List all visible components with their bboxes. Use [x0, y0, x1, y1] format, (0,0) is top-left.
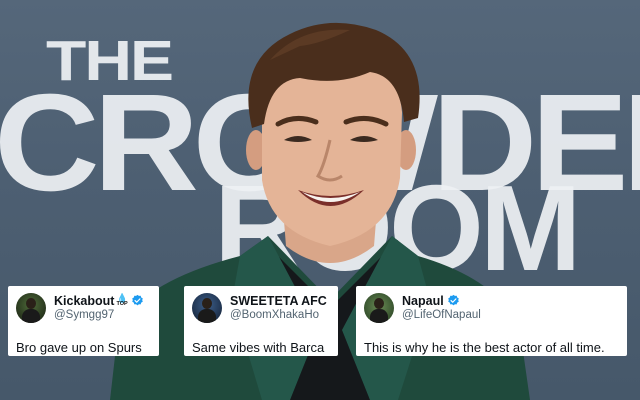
tweet-header: SWEETETA AFC @BoomXhakaHo — [192, 292, 330, 324]
tweet-header: Kickabout 💧 TOP @Symgg97 — [16, 292, 151, 324]
user-name[interactable]: Napaul — [402, 294, 444, 308]
verified-badge-icon — [131, 295, 143, 306]
face — [262, 58, 402, 246]
tweet-card[interactable]: SWEETETA AFC @BoomXhakaHo Same vibes wit… — [184, 286, 338, 356]
top-emoji-icon: 💧 TOP — [116, 293, 128, 308]
tweet-text: This is why he is the best actor of all … — [364, 340, 605, 355]
avatar[interactable] — [192, 293, 222, 323]
user-info: Kickabout 💧 TOP @Symgg97 — [54, 294, 144, 323]
tweet-text: Same vibes with Barca — [192, 340, 325, 355]
tweet-card[interactable]: Napaul @LifeOfNapaul This is why he is t… — [356, 286, 627, 356]
user-info: SWEETETA AFC @BoomXhakaHo — [230, 294, 327, 323]
avatar[interactable] — [16, 293, 46, 323]
user-name[interactable]: SWEETETA AFC — [230, 294, 327, 308]
tweet-header: Napaul @LifeOfNapaul — [364, 292, 619, 324]
user-handle[interactable]: @BoomXhakaHo — [230, 309, 327, 322]
verified-badge-icon — [447, 295, 459, 306]
tweet-card[interactable]: Kickabout 💧 TOP @Symgg97 Bro gave up on S… — [8, 286, 159, 356]
user-handle[interactable]: @LifeOfNapaul — [402, 309, 481, 322]
user-name[interactable]: Kickabout — [54, 294, 114, 308]
tweet-text: Bro gave up on Spurs — [16, 340, 142, 355]
user-handle[interactable]: @Symgg97 — [54, 309, 144, 322]
avatar[interactable] — [364, 293, 394, 323]
user-info: Napaul @LifeOfNapaul — [402, 294, 481, 323]
